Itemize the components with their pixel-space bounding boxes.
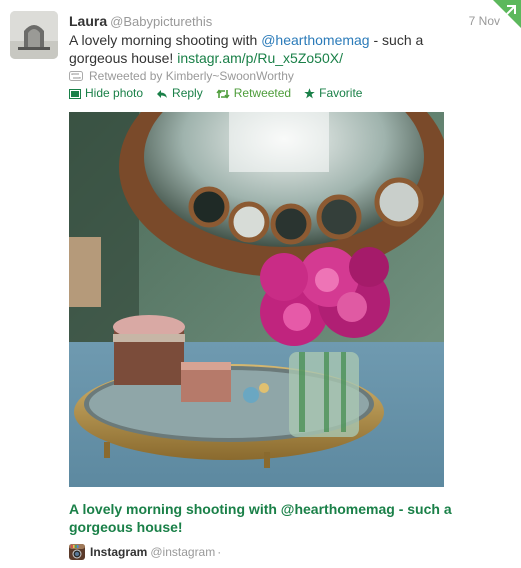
retweet-icon [69, 71, 83, 81]
tweet-actions: Hide photo Reply Retweeted Favorite [69, 85, 375, 102]
hide-photo-label: Hide photo [85, 86, 144, 100]
retweeted-by: Retweeted by Kimberly~SwoonWorthy [69, 68, 294, 84]
media-card-title[interactable]: A lovely morning shooting with @hearthom… [69, 500, 499, 536]
avatar[interactable] [10, 11, 58, 59]
retweet-icon [216, 88, 230, 99]
tweet-text: A lovely morning shooting with @hearthom… [69, 31, 449, 67]
url-link[interactable]: instagr.am/p/Ru_x5Zo50X/ [177, 50, 343, 66]
mention-link[interactable]: @hearthomemag [261, 32, 369, 48]
retweeted-button[interactable]: Retweeted [216, 85, 291, 102]
reply-arrow-icon [156, 89, 168, 99]
reply-label: Reply [172, 86, 203, 100]
retweeted-label: Retweeted [233, 86, 292, 100]
favorite-label: Favorite [319, 86, 363, 100]
favorite-button[interactable]: Favorite [304, 85, 362, 102]
timestamp[interactable]: 7 Nov [469, 13, 500, 29]
separator: · [217, 545, 222, 559]
retweeted-by-text[interactable]: Retweeted by Kimberly~SwoonWorthy [89, 68, 294, 84]
tweet-photo[interactable] [69, 112, 444, 487]
fullname[interactable]: Laura [69, 13, 107, 29]
tweet-text-prefix: A lovely morning shooting with [69, 32, 262, 48]
tweet: Laura @Babypicturethis 7 Nov A lovely mor… [0, 0, 521, 568]
media-attribution: Instagram @instagram · [69, 544, 221, 560]
username[interactable]: @Babypicturethis [110, 14, 212, 29]
tweet-header: Laura @Babypicturethis [69, 12, 212, 30]
instagram-icon[interactable] [69, 544, 85, 560]
star-icon [304, 88, 315, 99]
app-handle[interactable]: @instagram [150, 544, 215, 560]
hide-photo-button[interactable]: Hide photo [69, 85, 143, 102]
photo-icon [69, 88, 81, 99]
app-name[interactable]: Instagram [90, 544, 147, 560]
reply-button[interactable]: Reply [156, 85, 203, 102]
